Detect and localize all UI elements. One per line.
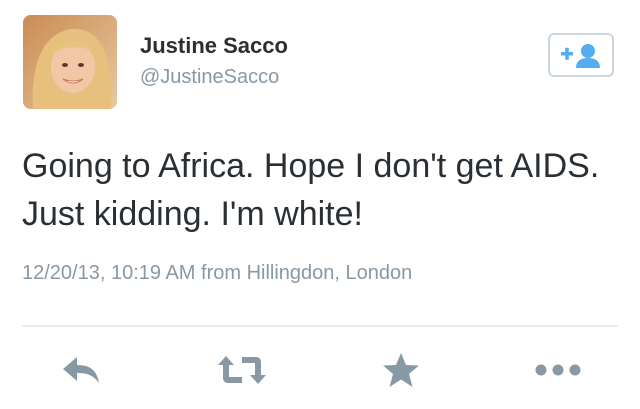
tweet-timestamp-location[interactable]: 12/20/13, 10:19 AM from Hillingdon, Lond…	[22, 262, 412, 285]
more-button[interactable]	[532, 352, 584, 388]
retweet-button[interactable]	[214, 352, 270, 388]
star-icon	[383, 353, 419, 387]
follow-user-icon	[561, 44, 600, 68]
favorite-button[interactable]	[380, 352, 422, 388]
more-icon	[535, 364, 581, 376]
divider	[22, 325, 618, 327]
tweet-card: Justine Sacco @JustineSacco Going to Afr…	[0, 0, 640, 409]
reply-button[interactable]	[58, 352, 104, 388]
user-handle[interactable]: @JustineSacco	[140, 66, 279, 89]
follow-button[interactable]	[548, 33, 614, 77]
reply-icon	[63, 357, 99, 383]
user-name[interactable]: Justine Sacco	[140, 33, 288, 59]
tweet-text: Going to Africa. Hope I don't get AIDS. …	[22, 147, 600, 233]
avatar-photo	[23, 15, 117, 109]
retweet-icon	[218, 356, 266, 384]
avatar[interactable]	[23, 15, 117, 109]
